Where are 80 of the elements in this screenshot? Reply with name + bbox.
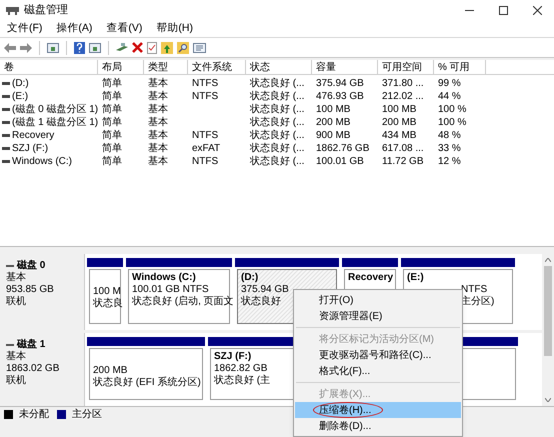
table-cell-text: 基本 xyxy=(148,154,168,169)
partition-info: 状态良好 (EFI 系统分区) xyxy=(93,377,201,388)
table-cell-text: 基本 xyxy=(148,116,168,130)
table-cell-text: 简单 xyxy=(102,76,122,90)
table-cell-text: SZJ (F:) xyxy=(12,142,48,156)
legend-label: 主分区 xyxy=(72,408,102,422)
partition-info: 状态良 xyxy=(93,298,123,309)
table-cell-text: 48 % xyxy=(438,129,461,143)
table-cell-text: 简单 xyxy=(102,102,122,116)
table-cell-text: 状态良好 (... xyxy=(250,76,304,90)
table-cell-text: (磁盘 0 磁盘分区 1) xyxy=(12,103,98,117)
disk-status: 联机 xyxy=(6,375,26,386)
table-cell-text: 1862.76 GB xyxy=(316,142,370,156)
table-cell-text: 简单 xyxy=(102,90,122,104)
partition-info: 状态良好 (主 xyxy=(214,375,270,386)
partition-title: Windows (C:) xyxy=(132,272,196,283)
window-title: 磁盘管理 xyxy=(24,2,68,18)
partition-info: 100.01 GB NTFS xyxy=(132,284,209,295)
table-cell-text: 375.94 GB xyxy=(316,77,364,91)
partition-info: 200 MB xyxy=(93,365,128,376)
partition-title: (E:) xyxy=(407,272,424,283)
table-cell-text: 100 % xyxy=(438,116,466,130)
partition-info: 375.94 GB xyxy=(241,284,289,295)
table-cell-text: 基本 xyxy=(148,102,168,116)
table-cell-text: 12 % xyxy=(438,155,461,169)
table-cell-text: Recovery xyxy=(12,129,54,143)
table-cell-text: Windows (C:) xyxy=(12,155,72,169)
table-cell-text: 基本 xyxy=(148,142,168,156)
table-cell-text: 基本 xyxy=(148,76,168,90)
table-cell-text: exFAT xyxy=(192,142,220,156)
disk-type: 基本 xyxy=(6,351,26,362)
table-cell-text: 200 MB xyxy=(316,116,350,130)
table-cell-text: 100.01 GB xyxy=(316,155,364,169)
table-cell-text: 434 MB xyxy=(382,129,416,143)
disk-size: 953.85 GB xyxy=(6,284,54,295)
table-cell-text: 44 % xyxy=(438,90,461,104)
partition-info: 1862.82 GB xyxy=(214,363,268,374)
table-cell-text: NTFS xyxy=(192,129,218,143)
disk-type: 基本 xyxy=(6,272,26,283)
table-cell-text: 基本 xyxy=(148,90,168,104)
table-cell-text: 200 MB xyxy=(382,116,416,130)
table-cell-text: 100 MB xyxy=(316,103,350,117)
table-cell-text: 33 % xyxy=(438,142,461,156)
table-cell-text: 状态良好 (... xyxy=(250,116,304,130)
partition-title: Recovery xyxy=(348,272,394,283)
table-cell-text: 简单 xyxy=(102,116,122,130)
table-cell-text: 状态良好 (... xyxy=(250,142,304,156)
disk-size: 1863.02 GB xyxy=(6,363,60,374)
partition-title: SZJ (F:) xyxy=(214,351,252,362)
table-cell-text: 11.72 GB xyxy=(382,155,424,169)
table-cell-text: 简单 xyxy=(102,128,122,142)
table-cell-text: 简单 xyxy=(102,154,122,169)
table-cell-text: NTFS xyxy=(192,90,218,104)
table-cell-text: 基本 xyxy=(148,128,168,142)
table-cell-text: 99 % xyxy=(438,77,461,91)
table-cell-text: 371.80 ... xyxy=(382,77,424,91)
table-cell-text: 617.08 ... xyxy=(382,142,424,156)
table-cell-text: 100 % xyxy=(438,103,466,117)
table-cell-text: 简单 xyxy=(102,142,122,156)
table-cell-text: (磁盘 1 磁盘分区 1) xyxy=(12,116,98,130)
table-cell-text: 100 MB xyxy=(382,103,416,117)
table-cell-text: 状态良好 (... xyxy=(250,154,304,169)
table-cell-text: (D:) xyxy=(12,77,29,91)
table-cell-text: NTFS xyxy=(192,155,218,169)
partition-title: (D:) xyxy=(241,272,258,283)
disk-name: 磁盘 1 xyxy=(17,339,46,350)
table-cell-text: 状态良好 (... xyxy=(250,102,304,116)
table-cell-text: (E:) xyxy=(12,90,28,104)
legend-label: 未分配 xyxy=(19,408,49,422)
table-cell-text: 状态良好 (... xyxy=(250,90,304,104)
disk-status: 联机 xyxy=(6,296,26,307)
table-cell-text: NTFS xyxy=(192,77,218,91)
partition-info: 100 M xyxy=(93,286,121,297)
partition-info: 状态良好 xyxy=(241,296,281,307)
table-cell-text: 状态良好 (... xyxy=(250,128,304,142)
table-cell-text: 900 MB xyxy=(316,129,350,143)
table-cell-text: 476.93 GB xyxy=(316,90,364,104)
partition-info: NTFS xyxy=(461,284,488,295)
table-cell-text: 212.02 ... xyxy=(382,90,424,104)
disk-name: 磁盘 0 xyxy=(17,260,46,272)
